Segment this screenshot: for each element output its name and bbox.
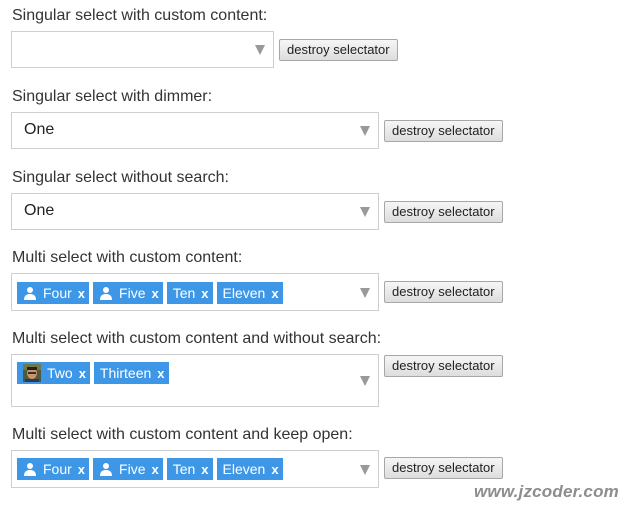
section-1-label: Singular select with custom content: [12, 7, 268, 24]
selected-tag: Five x [93, 458, 163, 480]
tag-remove-icon[interactable]: x [271, 462, 278, 477]
section-2-label: Singular select with dimmer: [12, 88, 213, 105]
multi-select-without-search[interactable]: Two x Thirteen x [11, 354, 379, 407]
dropdown-arrow-icon[interactable] [255, 45, 265, 55]
section-5-label: Multi select with custom content and wit… [12, 330, 382, 347]
avatar-photo-icon [23, 364, 41, 382]
tag-remove-icon[interactable]: x [78, 462, 85, 477]
singular-select-dimmer[interactable]: One [11, 112, 379, 149]
section-3-label: Singular select without search: [12, 169, 229, 186]
selected-tag: Four x [17, 282, 90, 304]
user-icon [99, 462, 113, 476]
tag-remove-icon[interactable]: x [151, 462, 158, 477]
tag-label: Thirteen [99, 365, 152, 381]
tag-label: Ten [172, 285, 196, 301]
tag-remove-icon[interactable]: x [157, 366, 164, 381]
section-4-label: Multi select with custom content: [12, 249, 243, 266]
singular-select-without-search[interactable]: One [11, 193, 379, 230]
watermark-text: www.jzcoder.com [473, 482, 619, 501]
selected-tag: Ten x [166, 282, 213, 304]
tag-remove-icon[interactable]: x [271, 286, 278, 301]
user-icon [23, 286, 37, 300]
multi-select-keep-open[interactable]: Four x Five x Ten x Eleven x [11, 450, 379, 488]
selected-tag: Four x [17, 458, 90, 480]
destroy-selectator-button[interactable]: destroy selectator [384, 201, 503, 223]
singular-select-custom-content[interactable] [11, 31, 274, 68]
selected-tag: Eleven x [216, 282, 283, 304]
dropdown-arrow-icon[interactable] [360, 465, 370, 475]
tag-label: Five [119, 461, 146, 477]
selected-value: One [24, 121, 55, 138]
dropdown-arrow-icon[interactable] [360, 126, 370, 136]
dropdown-arrow-icon[interactable] [360, 288, 370, 298]
destroy-selectator-button[interactable]: destroy selectator [279, 39, 398, 61]
tag-label: Eleven [222, 461, 266, 477]
multi-select-custom-content[interactable]: Four x Five x Ten x Eleven x [11, 273, 379, 311]
selected-value: One [24, 202, 55, 219]
destroy-selectator-button[interactable]: destroy selectator [384, 355, 503, 377]
destroy-selectator-button[interactable]: destroy selectator [384, 281, 503, 303]
dropdown-arrow-icon[interactable] [360, 207, 370, 217]
selected-tag: Five x [93, 282, 163, 304]
tag-remove-icon[interactable]: x [78, 286, 85, 301]
selected-tag: Ten x [166, 458, 213, 480]
user-icon [99, 286, 113, 300]
tag-remove-icon[interactable]: x [151, 286, 158, 301]
destroy-selectator-button[interactable]: destroy selectator [384, 457, 503, 479]
tag-label: Four [43, 461, 72, 477]
tag-label: Ten [172, 461, 196, 477]
dropdown-arrow-icon[interactable] [360, 376, 370, 386]
tag-remove-icon[interactable]: x [201, 286, 208, 301]
tag-label: Two [47, 365, 73, 381]
tag-label: Five [119, 285, 146, 301]
tag-label: Eleven [222, 285, 266, 301]
destroy-selectator-button[interactable]: destroy selectator [384, 120, 503, 142]
tag-remove-icon[interactable]: x [79, 366, 86, 381]
selected-tag: Two x [17, 362, 90, 384]
section-6-label: Multi select with custom content and kee… [12, 426, 353, 443]
tag-label: Four [43, 285, 72, 301]
user-icon [23, 462, 37, 476]
tag-remove-icon[interactable]: x [201, 462, 208, 477]
selected-tag: Eleven x [216, 458, 283, 480]
selected-tag: Thirteen x [93, 362, 169, 384]
